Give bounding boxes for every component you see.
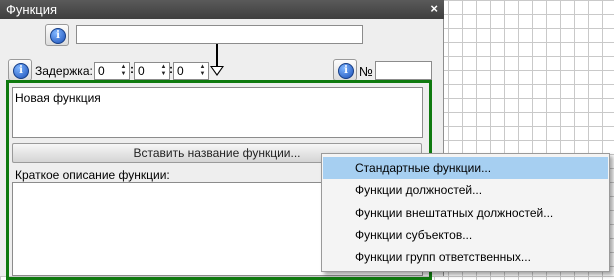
chevron-down-icon[interactable]: ▼ <box>159 71 168 78</box>
menu-item-standard-functions[interactable]: Стандартные функции... <box>323 157 608 179</box>
menu-item-freelance-position-functions[interactable]: Функции внештатных должностей... <box>323 202 608 224</box>
flow-arrow-head-fill <box>212 67 222 74</box>
info-icon: i <box>50 28 66 44</box>
window-title: Функция <box>6 2 57 17</box>
close-icon[interactable]: × <box>430 1 438 16</box>
flow-arrow-icon <box>216 44 218 66</box>
name-field[interactable] <box>76 25 363 44</box>
delay-info-button[interactable]: i <box>8 59 32 81</box>
number-field[interactable] <box>375 61 432 80</box>
menu-item-position-functions[interactable]: Функции должностей... <box>323 179 608 201</box>
insert-function-menu: Стандартные функции... Функции должносте… <box>321 153 610 272</box>
delay-minutes-value: 0 <box>138 64 145 78</box>
delay-label: Задержка: <box>35 64 93 78</box>
delay-seconds-value: 0 <box>177 64 184 78</box>
delay-hours-stepper[interactable]: 0 ▲ ▼ <box>94 62 130 80</box>
delay-seconds-stepper[interactable]: 0 ▲ ▼ <box>173 62 209 80</box>
number-label: № <box>359 64 373 79</box>
chevron-up-icon[interactable]: ▲ <box>119 64 128 71</box>
name-info-button[interactable]: i <box>45 24 69 46</box>
delay-minutes-stepper[interactable]: 0 ▲ ▼ <box>134 62 170 80</box>
function-name-text: Новая функция <box>15 91 101 105</box>
chevron-down-icon[interactable]: ▼ <box>119 71 128 78</box>
info-icon: i <box>13 63 29 79</box>
chevron-up-icon[interactable]: ▲ <box>198 64 207 71</box>
chevron-down-icon[interactable]: ▼ <box>198 71 207 78</box>
info-icon: i <box>338 63 354 79</box>
number-info-button[interactable]: i <box>333 59 357 81</box>
menu-item-responsible-group-functions[interactable]: Функции групп ответственных... <box>323 246 608 268</box>
title-bar: Функция × <box>0 0 444 19</box>
delay-hours-value: 0 <box>98 64 105 78</box>
chevron-up-icon[interactable]: ▲ <box>159 64 168 71</box>
function-name-field[interactable]: Новая функция <box>12 87 423 138</box>
menu-item-subject-functions[interactable]: Функции субъектов... <box>323 224 608 246</box>
description-label: Краткое описание функции: <box>15 168 170 182</box>
